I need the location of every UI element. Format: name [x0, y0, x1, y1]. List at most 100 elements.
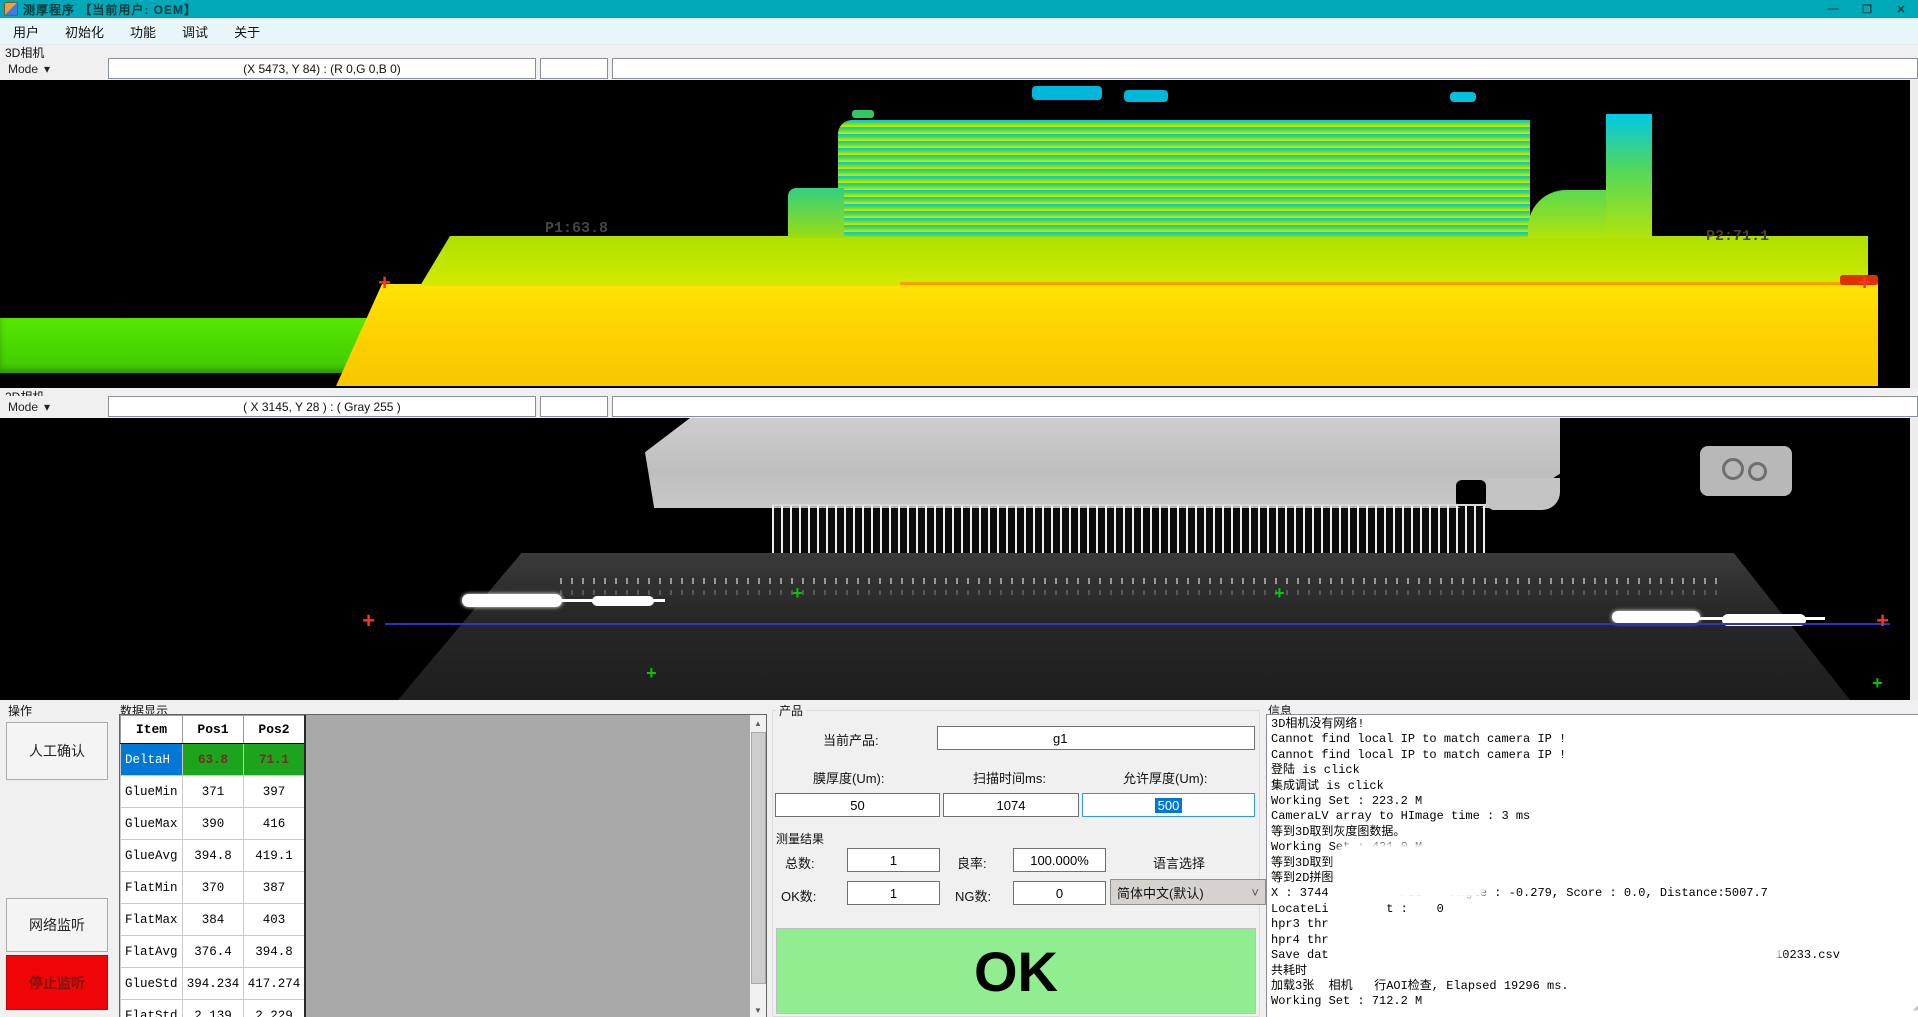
log-line: Working Set : 223.2 M [1271, 794, 1917, 809]
table-header-row: Item Pos1 Pos2 [121, 716, 306, 744]
scrollbar-thumb[interactable] [751, 732, 766, 984]
marker-cross-right: + [1876, 612, 1889, 634]
window-title: 测厚程序 【当前用户: OEM】 [23, 1, 197, 18]
allow-thickness-value: 500 [1155, 798, 1183, 813]
footprint-row [560, 590, 1720, 595]
language-select[interactable]: 简体中文(默认) ˅ [1110, 879, 1266, 905]
scan-time-field[interactable]: 1074 [943, 793, 1079, 817]
scroll-down-icon[interactable]: ▼ [750, 1002, 766, 1017]
data-grid: Item Pos1 Pos2 DeltaH 63.8 71.1 GlueMin … [119, 714, 767, 1017]
current-product-field[interactable]: g1 [937, 726, 1255, 750]
grid-scrollbar[interactable]: ▲ ▼ [750, 715, 766, 1017]
window-controls: — ❐ ✕ [1816, 0, 1918, 18]
ok-count-label: OK数: [781, 886, 816, 905]
camera3d-label: 3D相机 [0, 44, 405, 58]
redaction-smear [1347, 927, 1777, 961]
col-pos2: Pos2 [244, 716, 306, 744]
pcb-tab [1488, 478, 1560, 510]
heightmap-band [420, 236, 1868, 286]
current-product-value: g1 [938, 731, 1067, 746]
chevron-down-icon: ▾ [44, 62, 50, 76]
menu-item-debug[interactable]: 调试 [169, 22, 221, 41]
language-label: 语言选择 [1153, 853, 1205, 872]
heightmap-scroll-strip[interactable] [1910, 80, 1918, 388]
camera3d-aux-box [540, 58, 608, 79]
table-row[interactable]: GlueAvg 394.8 419.1 [121, 840, 306, 872]
manual-confirm-button[interactable]: 人工确认 [6, 722, 108, 780]
total-field[interactable]: 1 [847, 848, 940, 872]
title-bar: 测厚程序 【当前用户: OEM】 — ❐ ✕ [0, 0, 1918, 18]
chevron-down-icon: ˅ [1251, 885, 1259, 900]
camera2d-mode-button[interactable]: Mode ▾ [0, 396, 108, 417]
glue-line [1620, 617, 1825, 620]
table-row[interactable]: GlueMax 390 416 [121, 808, 306, 840]
table-row[interactable]: GlueStd 394.234 417.274 [121, 968, 306, 1000]
grayscale-scroll-strip[interactable] [1910, 418, 1918, 700]
heightmap-3d-view[interactable]: P1:63.8 P2:71.1 + + [0, 80, 1918, 388]
camera2d-mode-bar: Mode ▾ ( X 3145, Y 28 ) : ( Gray 255 ) [0, 396, 1918, 417]
heightmap-blob [1124, 90, 1168, 102]
resize-grip-icon[interactable]: ◢ [1913, 1001, 1918, 1016]
network-listen-button[interactable]: 网络监听 [6, 898, 108, 952]
menu-item-user[interactable]: 用户 [0, 22, 52, 41]
log-line: 等到3D取到灰度图数据。 [1271, 825, 1917, 840]
table-row[interactable]: FlatMin 370 387 [121, 872, 306, 904]
heightmap-blob [1450, 92, 1476, 102]
table-row[interactable]: FlatStd 2.139 2.229 [121, 1000, 306, 1017]
marker-cross-green: + [1872, 676, 1883, 694]
marker-cross-green: + [646, 666, 657, 684]
marker-cross-green: + [792, 586, 803, 604]
camera3d-mode-bar: Mode ▾ (X 5473, Y 84) : (R 0,G 0,B 0) [0, 58, 1918, 79]
stop-listen-button[interactable]: 停止监听 [6, 955, 108, 1010]
table-row[interactable]: DeltaH 63.8 71.1 [121, 744, 306, 776]
close-icon[interactable]: ✕ [1884, 0, 1918, 18]
pcb-hole-icon [1748, 462, 1767, 481]
camera3d-mode-button[interactable]: Mode ▾ [0, 58, 108, 79]
menu-item-function[interactable]: 功能 [117, 22, 169, 41]
film-thickness-field[interactable]: 50 [775, 793, 940, 817]
chevron-down-icon: ▾ [44, 400, 50, 414]
heightmap-blob [852, 110, 874, 118]
log-line: Working Set : 712.2 M [1271, 994, 1917, 1009]
info-log[interactable]: 3D相机没有网络! Cannot find local IP to match … [1266, 714, 1918, 1017]
film-thickness-label: 膜厚度(Um): [813, 768, 885, 787]
app-icon [4, 2, 18, 16]
product-panel-title: 产品 [776, 702, 806, 719]
log-line: LocateLi t : 0 [1271, 902, 1917, 917]
scroll-up-icon[interactable]: ▲ [750, 715, 766, 731]
menu-item-init[interactable]: 初始化 [52, 22, 117, 41]
total-label: 总数: [785, 853, 815, 872]
table-row[interactable]: FlatAvg 376.4 394.8 [121, 936, 306, 968]
heightmap-edge-line [900, 282, 1878, 285]
minimize-icon[interactable]: — [1816, 0, 1850, 18]
log-line: Cannot find local IP to match camera IP … [1271, 732, 1917, 747]
table-row[interactable]: FlatMax 384 403 [121, 904, 306, 936]
camera3d-pixel-readout: (X 5473, Y 84) : (R 0,G 0,B 0) [108, 58, 536, 79]
table-row[interactable]: GlueMin 371 397 [121, 776, 306, 808]
yield-label: 良率: [957, 853, 987, 872]
yield-field[interactable]: 100.000% [1013, 848, 1106, 872]
grayscale-2d-view[interactable]: + + + + + + [0, 418, 1918, 700]
marker-cross-left: + [378, 274, 391, 296]
redaction-smear [1362, 883, 1482, 895]
log-line: CameraLV array to HImage time : 3 ms [1271, 809, 1917, 824]
operation-panel-title: 操作 [8, 702, 32, 719]
camera3d-status-box [612, 58, 1918, 79]
heightmap-blob [1032, 86, 1102, 100]
menu-item-about[interactable]: 关于 [221, 22, 273, 41]
ng-count-label: NG数: [955, 886, 991, 905]
maximize-icon[interactable]: ❐ [1850, 0, 1884, 18]
pcb-block [645, 418, 1560, 508]
ok-count-field[interactable]: 1 [847, 881, 940, 905]
results-title: 测量结果 [776, 830, 824, 847]
app-window: 测厚程序 【当前用户: OEM】 — ❐ ✕ 用户 初始化 功能 调试 关于 3… [0, 0, 1918, 1017]
mode-label: Mode [8, 62, 38, 76]
allow-thickness-field[interactable]: 500 [1082, 793, 1255, 817]
language-value: 简体中文(默认) [1117, 883, 1204, 902]
fixture-base [398, 553, 1850, 700]
log-line: 3D相机没有网络! [1271, 717, 1917, 732]
allow-thickness-label: 允许厚度(Um): [1123, 768, 1208, 787]
log-line: 登陆 is click [1271, 763, 1917, 778]
ng-count-field[interactable]: 0 [1013, 881, 1106, 905]
log-line: 集成调试 is click [1271, 779, 1917, 794]
